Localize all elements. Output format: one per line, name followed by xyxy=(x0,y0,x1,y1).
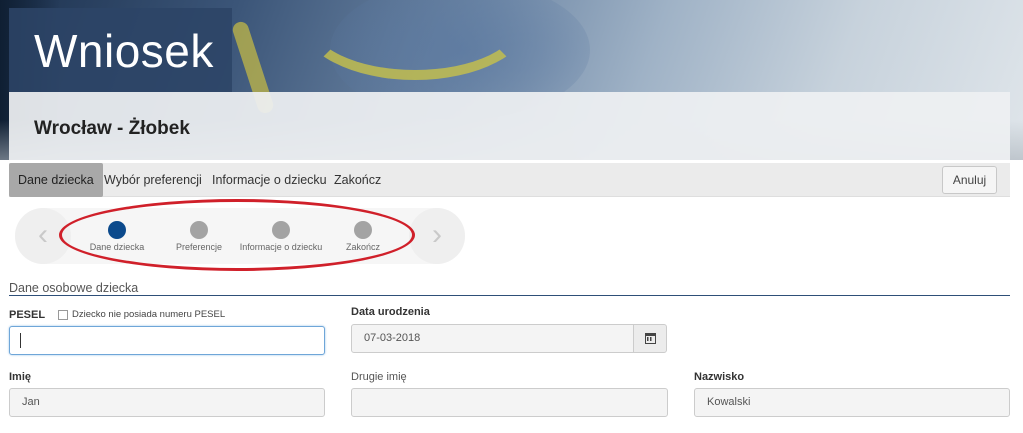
section-title: Dane osobowe dziecka xyxy=(9,281,139,295)
chevron-left-icon[interactable]: ‹ xyxy=(15,208,71,264)
step-zakoncz[interactable]: Zakończ xyxy=(313,221,413,252)
pesel-input[interactable] xyxy=(9,326,325,355)
step-dot xyxy=(354,221,372,239)
calendar-button[interactable] xyxy=(633,324,667,353)
tab-informacje-o-dziecku[interactable]: Informacje o dziecku xyxy=(203,163,336,197)
no-pesel-checkbox[interactable] xyxy=(58,309,68,320)
first-name-input[interactable]: Jan xyxy=(9,388,325,417)
second-name-input[interactable] xyxy=(351,388,668,417)
tab-wybor-preferencji[interactable]: Wybór preferencji xyxy=(95,163,211,197)
page-subtitle: Wrocław - Żłobek xyxy=(34,118,190,139)
cancel-button[interactable]: Anuluj xyxy=(942,166,997,194)
tab-bar: Dane dziecka Wybór preferencji Informacj… xyxy=(9,163,1010,197)
birth-date-input[interactable]: 07-03-2018 xyxy=(351,324,634,353)
last-name-input[interactable]: Kowalski xyxy=(694,388,1010,417)
chevron-right-icon[interactable]: › xyxy=(409,208,465,264)
last-name-label: Nazwisko xyxy=(694,371,745,383)
pesel-label: PESEL xyxy=(9,309,46,321)
tab-dane-dziecka[interactable]: Dane dziecka xyxy=(9,163,103,197)
step-dot-active xyxy=(108,221,126,239)
page-title: Wniosek xyxy=(34,25,214,77)
text-cursor xyxy=(20,333,21,348)
no-pesel-option[interactable]: Dziecko nie posiada numeru PESEL xyxy=(58,309,225,320)
step-label: Zakończ xyxy=(345,242,380,252)
section-divider xyxy=(9,295,1010,296)
second-name-label: Drugie imię xyxy=(351,371,407,383)
wizard-stepper: ‹ Dane dziecka Preferencje Informacje o … xyxy=(15,208,465,264)
first-name-label: Imię xyxy=(9,371,32,383)
no-pesel-label: Dziecko nie posiada numeru PESEL xyxy=(72,309,226,320)
page-subtitle-box: Wrocław - Żłobek xyxy=(9,92,1010,160)
step-dot xyxy=(272,221,290,239)
calendar-icon xyxy=(644,333,656,344)
page-title-box: Wniosek xyxy=(9,8,232,92)
step-dot xyxy=(190,221,208,239)
birth-date-label: Data urodzenia xyxy=(351,306,430,318)
tab-zakoncz[interactable]: Zakończ xyxy=(325,163,390,197)
